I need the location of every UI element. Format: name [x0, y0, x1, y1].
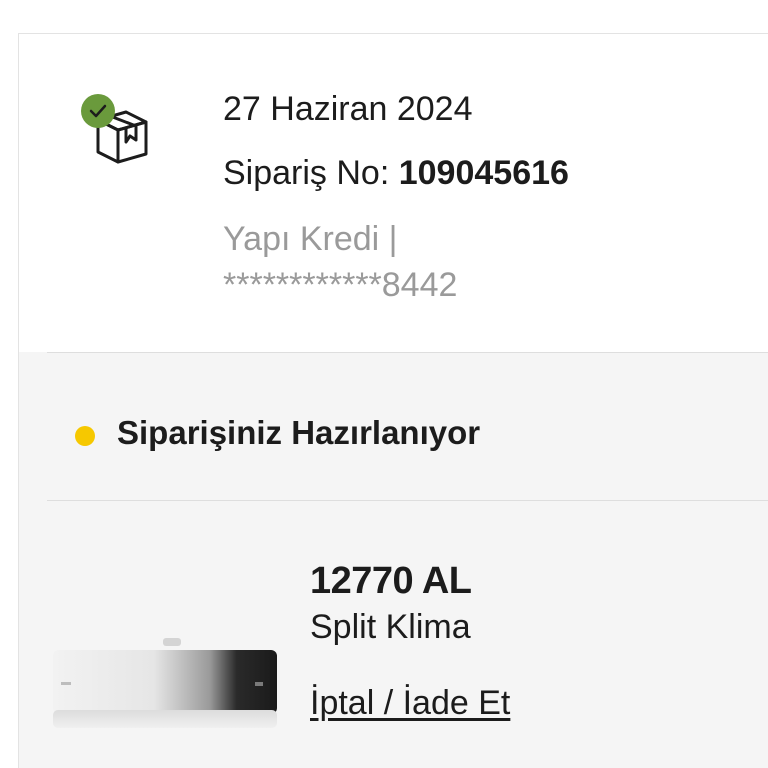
divider — [47, 500, 768, 501]
order-detail-page: 27 Haziran 2024 Sipariş No: 109045616 Ya… — [0, 0, 768, 768]
payment-info: Yapı Kredi | ************8442 — [223, 216, 457, 308]
order-number-value: 109045616 — [398, 154, 569, 192]
payment-bank: Yapı Kredi | — [223, 220, 398, 258]
order-date: 27 Haziran 2024 — [223, 90, 473, 128]
divider — [47, 352, 768, 353]
status-dot-icon — [75, 426, 95, 446]
order-status-section: Siparişiniz Hazırlanıyor 12770 AL Split … — [19, 352, 768, 768]
payment-card-number: ************8442 — [223, 266, 458, 304]
product-name[interactable]: Split Klima — [310, 608, 471, 647]
order-number-label: Sipariş No: — [223, 154, 390, 192]
order-card: 27 Haziran 2024 Sipariş No: 109045616 Ya… — [18, 33, 768, 768]
package-check-icon — [81, 94, 148, 164]
cancel-return-link[interactable]: İptal / İade Et — [310, 684, 510, 723]
product-price: 12770 AL — [310, 560, 472, 602]
order-header: 27 Haziran 2024 Sipariş No: 109045616 Ya… — [19, 34, 768, 352]
air-conditioner-image[interactable] — [51, 636, 281, 736]
order-number: Sipariş No: 109045616 — [223, 154, 569, 193]
order-status: Siparişiniz Hazırlanıyor — [117, 414, 481, 451]
